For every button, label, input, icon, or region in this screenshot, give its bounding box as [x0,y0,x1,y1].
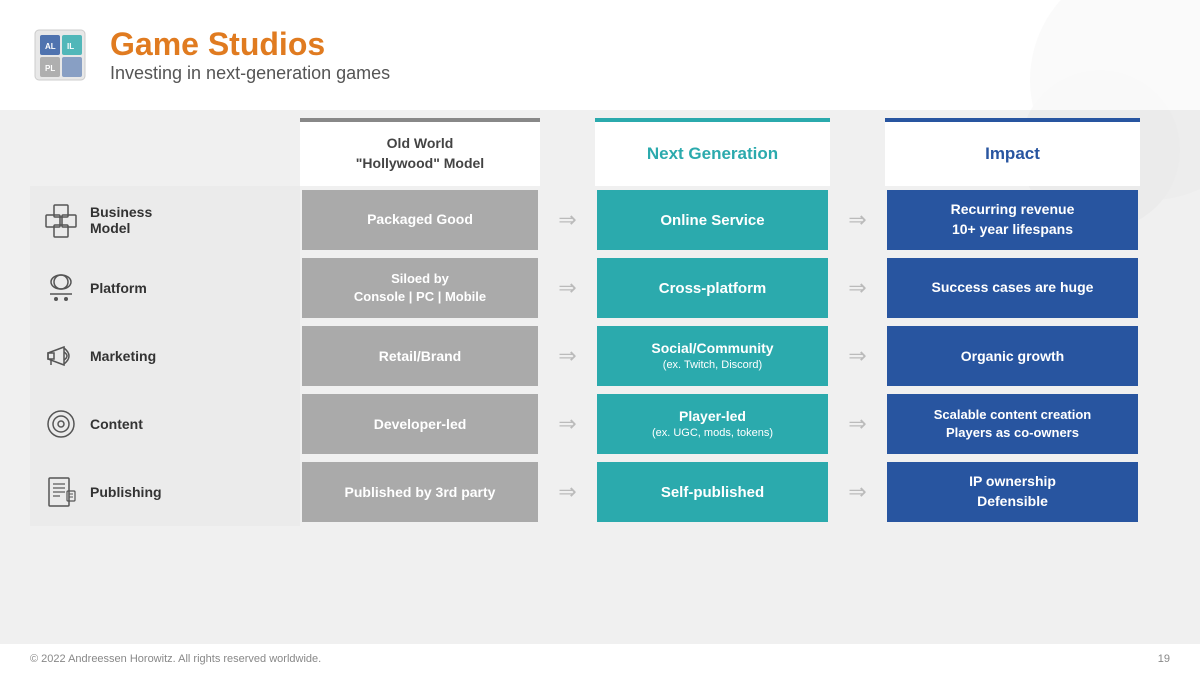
cube-icon [42,201,80,239]
document-icon [42,473,80,511]
arrow-10: ⇒ [830,458,885,526]
row-label-content-text: Content [90,416,143,432]
arrow-3: ⇒ [540,254,595,322]
arrow-7: ⇒ [540,390,595,458]
svg-text:AL: AL [45,42,56,51]
row-label-publishing-text: Publishing [90,484,162,500]
header-spacer-3 [830,118,885,186]
cell-old-platform: Siloed by Console | PC | Mobile [302,258,538,318]
arrow-8: ⇒ [830,390,885,458]
header-text: Game Studios Investing in next-generatio… [110,26,390,84]
cell-next-marketing: Social/Community (ex. Twitch, Discord) [597,326,828,386]
platform-icon [42,269,80,307]
header-spacer-2 [540,118,595,186]
cell-old-marketing: Retail/Brand [302,326,538,386]
arrow-9: ⇒ [540,458,595,526]
header-spacer-1 [30,118,300,186]
arrow-6: ⇒ [830,322,885,390]
cell-next-content: Player-led (ex. UGC, mods, tokens) [597,394,828,454]
svg-text:IL: IL [67,42,74,51]
row-label-content: Content [30,390,300,458]
disc-icon [42,405,80,443]
logo-icon: AL IL PL [30,25,90,85]
cell-old-content: Developer-led [302,394,538,454]
arrow-1: ⇒ [540,186,595,254]
col-header-old: Old World "Hollywood" Model [300,118,540,186]
cell-impact-content: Scalable content creation Players as co-… [887,394,1138,454]
cell-next-business-model: Online Service [597,190,828,250]
cell-impact-marketing: Organic growth [887,326,1138,386]
row-label-business-model: Business Model [30,186,300,254]
arrow-4: ⇒ [830,254,885,322]
row-label-platform: Platform [30,254,300,322]
cell-impact-business-model: Recurring revenue 10+ year lifespans [887,190,1138,250]
page-subtitle: Investing in next-generation games [110,63,390,84]
cell-next-platform: Cross-platform [597,258,828,318]
cell-old-publishing: Published by 3rd party [302,462,538,522]
cell-next-publishing: Self-published [597,462,828,522]
main-table: Old World "Hollywood" Model Next Generat… [20,110,1180,642]
row-label-marketing-text: Marketing [90,348,156,364]
page-title: Game Studios [110,26,390,63]
svg-text:PL: PL [45,64,55,73]
cell-impact-platform: Success cases are huge [887,258,1138,318]
table-grid: Old World "Hollywood" Model Next Generat… [30,118,1170,634]
cell-impact-publishing: IP ownership Defensible [887,462,1138,522]
page-header: AL IL PL Game Studios Investing in next-… [0,0,1200,110]
row-label-marketing: Marketing [30,322,300,390]
cell-old-business-model: Packaged Good [302,190,538,250]
arrow-5: ⇒ [540,322,595,390]
megaphone-icon [42,337,80,375]
row-label-business-model-text: Business Model [90,204,152,236]
footer-copyright: © 2022 Andreessen Horowitz. All rights r… [30,653,321,665]
page-number: 19 [1158,653,1170,665]
page-footer: © 2022 Andreessen Horowitz. All rights r… [0,644,1200,674]
col-header-next: Next Generation [595,118,830,186]
col-header-impact: Impact [885,118,1140,186]
row-label-publishing: Publishing [30,458,300,526]
row-label-platform-text: Platform [90,280,147,296]
arrow-2: ⇒ [830,186,885,254]
